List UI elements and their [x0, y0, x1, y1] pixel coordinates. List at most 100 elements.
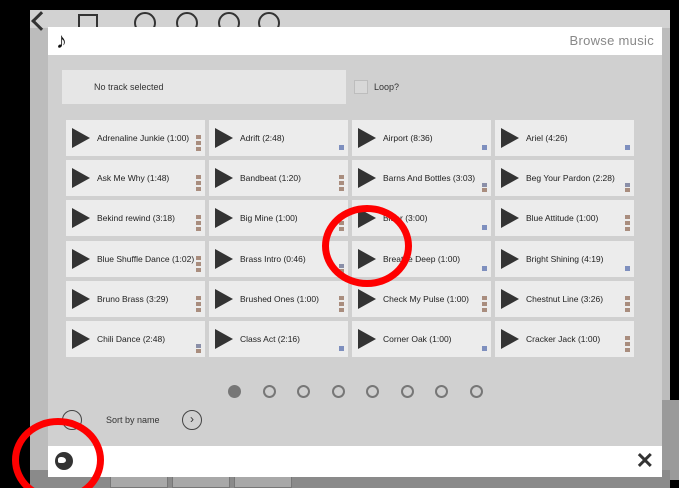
track-tag-icon: [482, 225, 487, 230]
track-label: Airport (8:36): [383, 133, 433, 143]
track-tile[interactable]: Adrift (2:48): [209, 120, 348, 156]
track-tag-icon: [625, 296, 630, 313]
play-icon[interactable]: [358, 128, 376, 148]
track-label: Chili Dance (2:48): [97, 334, 166, 344]
track-tile[interactable]: Chili Dance (2:48): [66, 321, 205, 357]
track-tag-icon: [482, 346, 487, 351]
track-tag-icon: [625, 183, 630, 192]
play-icon[interactable]: [358, 289, 376, 309]
page-dot[interactable]: [435, 385, 448, 398]
sort-label: Sort by name: [106, 415, 160, 425]
play-icon[interactable]: [501, 249, 519, 269]
track-tile[interactable]: Beg Your Pardon (2:28): [495, 160, 634, 196]
track-tile[interactable]: Bekind rewind (3:18): [66, 200, 205, 236]
track-label: Bright Shining (4:19): [526, 254, 604, 264]
track-tile[interactable]: Brushed Ones (1:00): [209, 281, 348, 317]
page-dot[interactable]: [297, 385, 310, 398]
track-label: Barns And Bottles (3:03): [383, 173, 476, 183]
track-tile[interactable]: Class Act (2:16): [209, 321, 348, 357]
play-icon[interactable]: [72, 289, 90, 309]
track-tile[interactable]: Blue Attitude (1:00): [495, 200, 634, 236]
play-icon[interactable]: [501, 168, 519, 188]
track-tag-icon: [196, 256, 201, 273]
track-tag-icon: [625, 145, 630, 150]
track-tag-icon: [196, 296, 201, 313]
track-label: Check My Pulse (1:00): [383, 294, 469, 304]
app-toolbar: [30, 10, 670, 28]
play-icon[interactable]: [215, 289, 233, 309]
track-tile[interactable]: Blue Shuffle Dance (1:02): [66, 241, 205, 277]
page-dot[interactable]: [366, 385, 379, 398]
play-icon[interactable]: [72, 168, 90, 188]
track-tag-icon: [482, 266, 487, 271]
play-icon[interactable]: [501, 208, 519, 228]
track-label: Cracker Jack (1:00): [526, 334, 601, 344]
track-tag-icon: [625, 336, 630, 353]
play-icon[interactable]: [215, 168, 233, 188]
track-tag-icon: [339, 346, 344, 351]
track-label: Blue Attitude (1:00): [526, 213, 599, 223]
track-label: Big Mine (1:00): [240, 213, 298, 223]
track-tile[interactable]: Chestnut Line (3:26): [495, 281, 634, 317]
track-tag-icon: [482, 145, 487, 150]
play-icon[interactable]: [501, 329, 519, 349]
page-dot[interactable]: [400, 385, 414, 398]
play-icon[interactable]: [72, 128, 90, 148]
track-tile[interactable]: Bandbeat (1:20): [209, 160, 348, 196]
track-tile[interactable]: Adrenaline Junkie (1:00): [66, 120, 205, 156]
annotation-circle: [322, 205, 412, 287]
play-icon[interactable]: [215, 208, 233, 228]
play-icon[interactable]: [215, 329, 233, 349]
play-icon[interactable]: [72, 208, 90, 228]
page-dot[interactable]: [469, 385, 483, 398]
track-tag-icon: [339, 145, 344, 150]
play-icon[interactable]: [215, 128, 233, 148]
track-label: Beg Your Pardon (2:28): [526, 173, 615, 183]
track-tag-icon: [196, 175, 201, 192]
track-tag-icon: [482, 296, 487, 313]
track-label: Adrenaline Junkie (1:00): [97, 133, 190, 143]
app-right-strip: [662, 400, 679, 480]
play-icon[interactable]: [72, 249, 90, 269]
track-label: Ask Me Why (1:48): [97, 173, 170, 183]
status-text: No track selected: [94, 82, 164, 92]
track-label: Brushed Ones (1:00): [240, 294, 319, 304]
page-dot[interactable]: [331, 385, 345, 398]
track-label: Ariel (4:26): [526, 133, 568, 143]
play-icon[interactable]: [215, 249, 233, 269]
track-tag-icon: [482, 183, 487, 192]
close-icon[interactable]: ✕: [636, 448, 654, 474]
sort-next-button[interactable]: ›: [182, 410, 202, 430]
track-tile[interactable]: Ariel (4:26): [495, 120, 634, 156]
track-tile[interactable]: Cracker Jack (1:00): [495, 321, 634, 357]
track-tile[interactable]: Bright Shining (4:19): [495, 241, 634, 277]
play-icon[interactable]: [358, 329, 376, 349]
track-label: Adrift (2:48): [240, 133, 285, 143]
track-label: Bruno Brass (3:29): [97, 294, 169, 304]
play-icon[interactable]: [501, 289, 519, 309]
page-dot[interactable]: [262, 385, 276, 398]
track-tag-icon: [196, 135, 201, 152]
play-icon[interactable]: [358, 168, 376, 188]
track-tag-icon: [339, 296, 344, 313]
track-label: Bandbeat (1:20): [240, 173, 301, 183]
track-tile[interactable]: Ask Me Why (1:48): [66, 160, 205, 196]
dialog-footer: ✕: [48, 446, 662, 477]
play-icon[interactable]: [501, 128, 519, 148]
track-tag-icon: [625, 215, 630, 232]
track-tile[interactable]: Airport (8:36): [352, 120, 491, 156]
track-tile[interactable]: Bruno Brass (3:29): [66, 281, 205, 317]
track-label: Bekind rewind (3:18): [97, 213, 175, 223]
track-tile[interactable]: Barns And Bottles (3:03): [352, 160, 491, 196]
music-note-icon: ♪: [56, 28, 67, 53]
track-tag-icon: [339, 175, 344, 192]
track-label: Chestnut Line (3:26): [526, 294, 604, 304]
track-tile[interactable]: Corner Oak (1:00): [352, 321, 491, 357]
page-dot[interactable]: [228, 385, 241, 398]
track-tag-icon: [196, 215, 201, 232]
play-icon[interactable]: [72, 329, 90, 349]
dialog-title: Browse music: [569, 33, 654, 48]
track-label: Corner Oak (1:00): [383, 334, 452, 344]
track-tag-icon: [196, 344, 201, 353]
loop-checkbox[interactable]: [354, 80, 368, 94]
